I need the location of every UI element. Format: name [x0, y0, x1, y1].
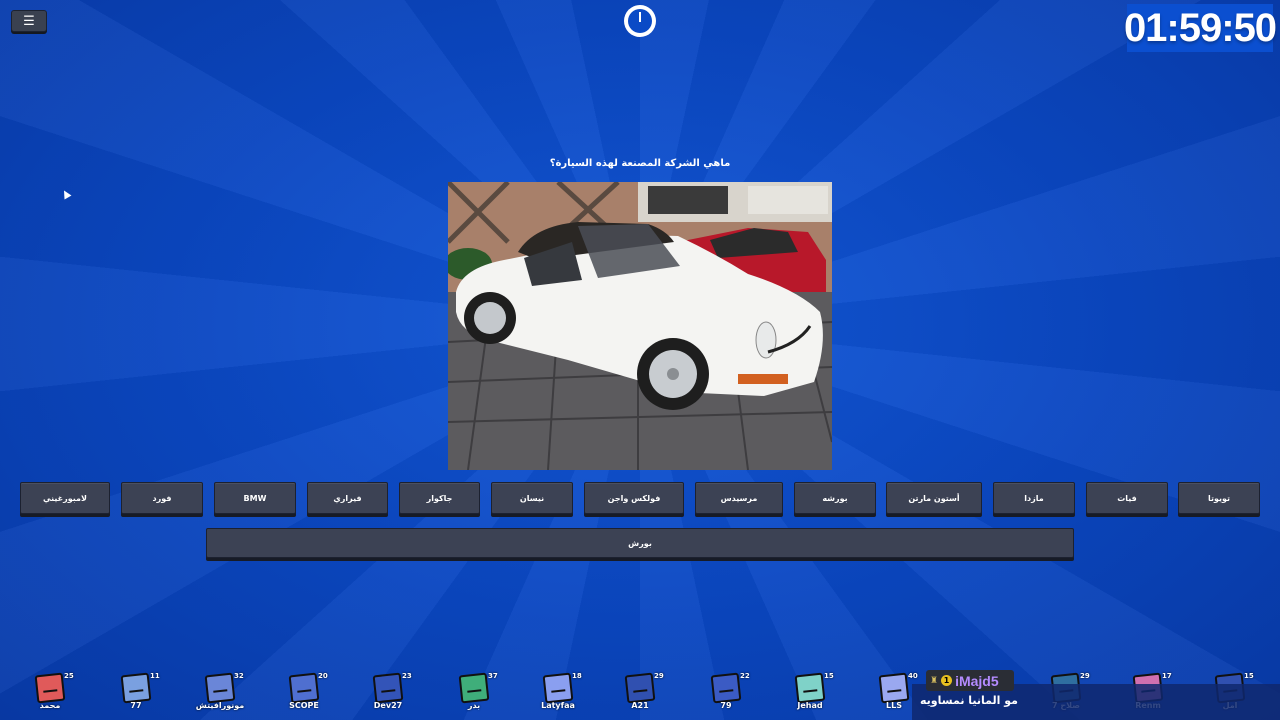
- option-button[interactable]: نيسان: [491, 482, 573, 514]
- player-card: 23 Dev27: [352, 672, 422, 718]
- answer-options: لامبورغيني فورد BMW فيراري جاكوار نيسان …: [20, 482, 1260, 514]
- player-card: 22 79: [690, 672, 760, 718]
- player-card: 11 77: [100, 672, 170, 718]
- player-card: 37 بدر: [438, 672, 508, 718]
- chat-username: iMajd5: [955, 672, 999, 689]
- player-name: 77: [130, 701, 142, 710]
- option-button[interactable]: جاكوار: [399, 482, 480, 514]
- player-score: 15: [824, 672, 834, 680]
- player-card: 20 SCOPE: [268, 672, 338, 718]
- car-photo: [448, 182, 832, 470]
- option-button[interactable]: مازدا: [993, 482, 1075, 514]
- player-score: 20: [318, 672, 328, 680]
- option-button[interactable]: أستون مارتن: [886, 482, 982, 514]
- avatar: [624, 672, 656, 704]
- countdown-clock: 01:59:50: [1123, 5, 1277, 50]
- avatar: [794, 672, 826, 704]
- player-card: 25 محمد: [14, 672, 84, 718]
- option-button[interactable]: لامبورغيني: [20, 482, 110, 514]
- player-score: 17: [1162, 672, 1172, 680]
- answer-display: بورش: [206, 528, 1074, 558]
- hamburger-menu-icon: ☰: [23, 13, 35, 29]
- clock-panel: 01:59:50: [1123, 4, 1277, 52]
- player-score: 29: [654, 672, 664, 680]
- avatar: [372, 672, 404, 704]
- player-card: 32 مونورافيتش: [184, 672, 254, 718]
- player-score: 25: [64, 672, 74, 680]
- avatar: [878, 672, 910, 704]
- player-name: A21: [631, 701, 649, 710]
- avatar: [34, 672, 66, 704]
- player-card: 15 Jehad: [774, 672, 844, 718]
- player-name: Dev27: [373, 701, 403, 710]
- chat-name-tag: ♜ 1 iMajd5: [926, 670, 1014, 691]
- avatar: [542, 672, 574, 704]
- player-name: محمد: [39, 701, 61, 710]
- option-button[interactable]: بورشه: [794, 482, 876, 514]
- avatar: [204, 672, 236, 704]
- player-score: 37: [488, 672, 498, 680]
- player-name: مونورافيتش: [195, 701, 245, 710]
- question-text: ماهي الشركة المصنعة لهذه السيارة؟: [549, 158, 731, 169]
- player-score: 32: [234, 672, 244, 680]
- menu-button[interactable]: ☰: [11, 10, 47, 32]
- stopwatch-icon: [624, 5, 656, 37]
- avatar: [710, 672, 742, 704]
- player-name: Latyfaa: [541, 701, 575, 710]
- player-card: 29 A21: [604, 672, 674, 718]
- player-score: 18: [572, 672, 582, 680]
- player-score: 29: [1080, 672, 1090, 680]
- option-button[interactable]: فيراري: [307, 482, 388, 514]
- option-button[interactable]: فولكس واجن: [584, 482, 684, 514]
- player-score: 15: [1244, 672, 1254, 680]
- player-name: Jehad: [797, 701, 823, 710]
- player-card: 18 Latyfaa: [522, 672, 592, 718]
- player-name: 79: [720, 701, 732, 710]
- player-score: 22: [740, 672, 750, 680]
- trophy-icon: ♜: [930, 675, 939, 686]
- chat-message: مو المانيا نمساويه: [920, 694, 1018, 707]
- player-name: SCOPE: [289, 701, 319, 710]
- option-button[interactable]: مرسيدس: [695, 482, 783, 514]
- option-button[interactable]: فورد: [121, 482, 203, 514]
- level-badge: 1: [941, 675, 953, 686]
- option-button[interactable]: تويوتا: [1178, 482, 1260, 514]
- player-score: 40: [908, 672, 918, 680]
- avatar: [120, 672, 152, 704]
- option-button[interactable]: فيات: [1086, 482, 1168, 514]
- avatar: [288, 672, 320, 704]
- player-score: 11: [150, 672, 160, 680]
- avatar: [458, 672, 490, 704]
- player-score: 23: [402, 672, 412, 680]
- player-name: بدر: [467, 701, 481, 710]
- option-button[interactable]: BMW: [214, 482, 296, 514]
